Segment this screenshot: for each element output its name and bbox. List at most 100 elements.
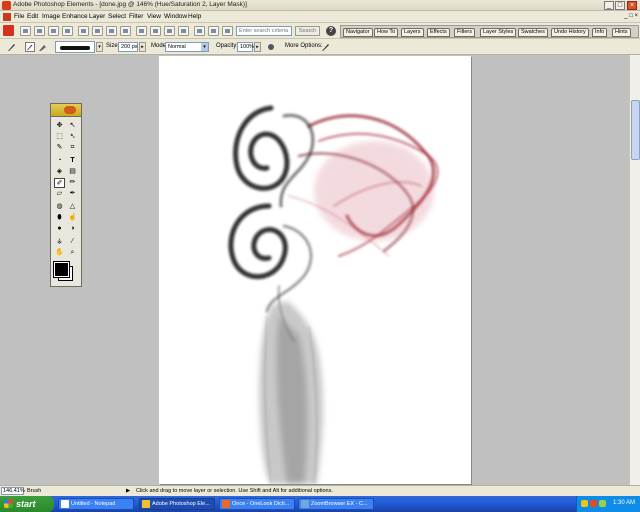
quick-fix-icon[interactable]	[194, 26, 205, 36]
menu-image[interactable]: Image	[42, 13, 60, 20]
menu-window[interactable]: Window	[164, 13, 187, 20]
menu-enhance[interactable]: Enhance	[62, 13, 88, 20]
pencil-tool-icon[interactable]: ✏	[67, 178, 78, 188]
open-file-icon[interactable]	[34, 26, 45, 36]
start-button[interactable]: start	[0, 496, 54, 512]
task-zoombrowser[interactable]: ZoomBrowser EX - C...	[298, 498, 374, 510]
paint-bucket-icon[interactable]: ◈	[54, 167, 65, 177]
menu-filter[interactable]: Filter	[129, 13, 143, 20]
crop-tool-icon[interactable]: ⌗	[67, 143, 78, 153]
selection-brush-icon[interactable]: ◔	[54, 156, 65, 166]
menu-view[interactable]: View	[147, 13, 161, 20]
vertical-scrollbar[interactable]	[629, 55, 640, 485]
brush-tool-icon[interactable]	[7, 42, 17, 52]
clone-stamp-icon[interactable]: ⚶	[54, 237, 65, 247]
sponge-tool-icon[interactable]: ⬮	[54, 213, 65, 223]
document-menu-icon[interactable]	[3, 13, 11, 21]
zoom-tool-icon[interactable]: ↖	[67, 121, 78, 131]
print-icon[interactable]	[106, 26, 117, 36]
zoom-icon[interactable]	[222, 26, 233, 36]
tab-navigator[interactable]: Navigator	[343, 28, 373, 37]
save-icon[interactable]	[78, 26, 89, 36]
move-tool-icon[interactable]: ✥	[54, 121, 65, 131]
smudge-tool-icon[interactable]: ☝	[67, 213, 78, 223]
tab-hints[interactable]: Hints	[612, 28, 631, 37]
hand-tool-icon[interactable]: ✋	[54, 248, 65, 258]
document-canvas[interactable]	[159, 56, 471, 485]
tab-how-to[interactable]: How To	[374, 28, 399, 37]
brush-preset-dropdown[interactable]: ▾	[96, 42, 103, 52]
tab-filters[interactable]: Filters	[454, 28, 475, 37]
tab-info[interactable]: Info	[592, 28, 608, 37]
tray-icon-3[interactable]	[599, 500, 606, 507]
import-icon[interactable]	[62, 26, 73, 36]
document-window-controls[interactable]: _ □ ×	[624, 13, 638, 19]
task-onelook[interactable]: Once - OneLook Dicti...	[219, 498, 295, 510]
toolbox-header[interactable]	[51, 104, 81, 117]
tab-undo-history[interactable]: Undo History	[551, 28, 589, 37]
close-button[interactable]: ×	[627, 1, 637, 10]
sharpen-tool-icon[interactable]: △	[67, 202, 78, 212]
email-icon[interactable]	[136, 26, 147, 36]
browse-icon[interactable]	[48, 26, 59, 36]
tab-layer-styles[interactable]: Layer Styles	[480, 28, 517, 37]
burn-tool-icon[interactable]: ●	[54, 224, 65, 234]
clock[interactable]: 1:30 AM	[613, 500, 635, 506]
hand-icon[interactable]	[208, 26, 219, 36]
zoombrowser-icon	[301, 500, 309, 508]
palette-well: Navigator How To Layers Effects Filters …	[340, 25, 639, 38]
airbrush-icon[interactable]	[38, 42, 48, 52]
menu-layer[interactable]: Layer	[89, 13, 105, 20]
tray-icon-1[interactable]	[581, 500, 588, 507]
task-notepad[interactable]: Untitled - Notepad	[58, 498, 134, 510]
tab-effects[interactable]: Effects	[427, 28, 450, 37]
red-eye-tool-icon[interactable]: ✒	[67, 189, 78, 199]
opacity-slider-toggle[interactable]: ▸	[254, 42, 261, 52]
menu-select[interactable]: Select	[108, 13, 126, 20]
more-options-brush-icon[interactable]	[321, 42, 331, 52]
save-web-icon[interactable]	[92, 26, 103, 36]
step-backward-icon[interactable]	[164, 26, 175, 36]
blur-tool-icon[interactable]: ◍	[54, 202, 65, 212]
marquee-tool-icon[interactable]: ⬚	[54, 132, 65, 142]
brush-preset-picker[interactable]	[55, 41, 95, 53]
scrollbar-thumb[interactable]	[631, 100, 640, 160]
tray-icon-2[interactable]	[590, 500, 597, 507]
help-icon[interactable]: ?	[326, 26, 336, 36]
online-services-icon[interactable]	[150, 26, 161, 36]
tab-swatches[interactable]: Swatches	[518, 28, 548, 37]
task-photoshop[interactable]: Adobe Photoshop Ele...	[139, 498, 215, 510]
new-file-icon[interactable]	[20, 26, 31, 36]
airbrush-toggle-icon[interactable]	[266, 42, 276, 52]
size-field[interactable]: 200 px	[118, 42, 138, 52]
magic-wand-icon[interactable]: ✎	[54, 143, 65, 153]
minimize-button[interactable]: _	[604, 1, 614, 10]
eraser-tool-icon[interactable]: ▱	[54, 189, 65, 199]
menu-help[interactable]: Help	[188, 13, 201, 20]
menu-file[interactable]: File	[14, 13, 24, 20]
gradient-tool-icon[interactable]: ▤	[67, 167, 78, 177]
print-preview-icon[interactable]	[120, 26, 131, 36]
tab-layers[interactable]: Layers	[401, 28, 424, 37]
zoom-level-field[interactable]: 146.41%	[1, 487, 25, 495]
step-forward-icon[interactable]	[178, 26, 189, 36]
type-tool-icon[interactable]: T	[67, 156, 78, 166]
lasso-tool-icon[interactable]: ➴	[67, 132, 78, 142]
brush-tool-selected-icon[interactable]: ✐	[54, 178, 65, 188]
task-label: ZoomBrowser EX - C...	[311, 501, 368, 507]
brush-mode-icon[interactable]	[25, 42, 35, 52]
eyedropper-icon[interactable]: ⁄	[67, 237, 78, 247]
magnify-tool-icon[interactable]: ⌕	[67, 248, 78, 258]
dodge-tool-icon[interactable]: ◑	[67, 224, 78, 234]
tool-options-bar: ▾ Size: 200 px ▸ Mode: Normal ▾ Opacity:…	[0, 39, 640, 55]
play-arrow-icon[interactable]: ▶	[126, 488, 130, 494]
search-input[interactable]	[236, 26, 292, 36]
opacity-field[interactable]: 100%	[237, 42, 254, 52]
mode-select[interactable]: Normal ▾	[165, 42, 209, 52]
size-slider-toggle[interactable]: ▸	[139, 42, 146, 52]
title-bar: Adobe Photoshop Elements - [done.jpg @ 1…	[0, 0, 640, 11]
menu-edit[interactable]: Edit	[27, 13, 38, 20]
foreground-color-swatch[interactable]	[53, 261, 70, 278]
search-button[interactable]: Search	[295, 26, 320, 36]
maximize-button[interactable]: □	[615, 1, 625, 10]
